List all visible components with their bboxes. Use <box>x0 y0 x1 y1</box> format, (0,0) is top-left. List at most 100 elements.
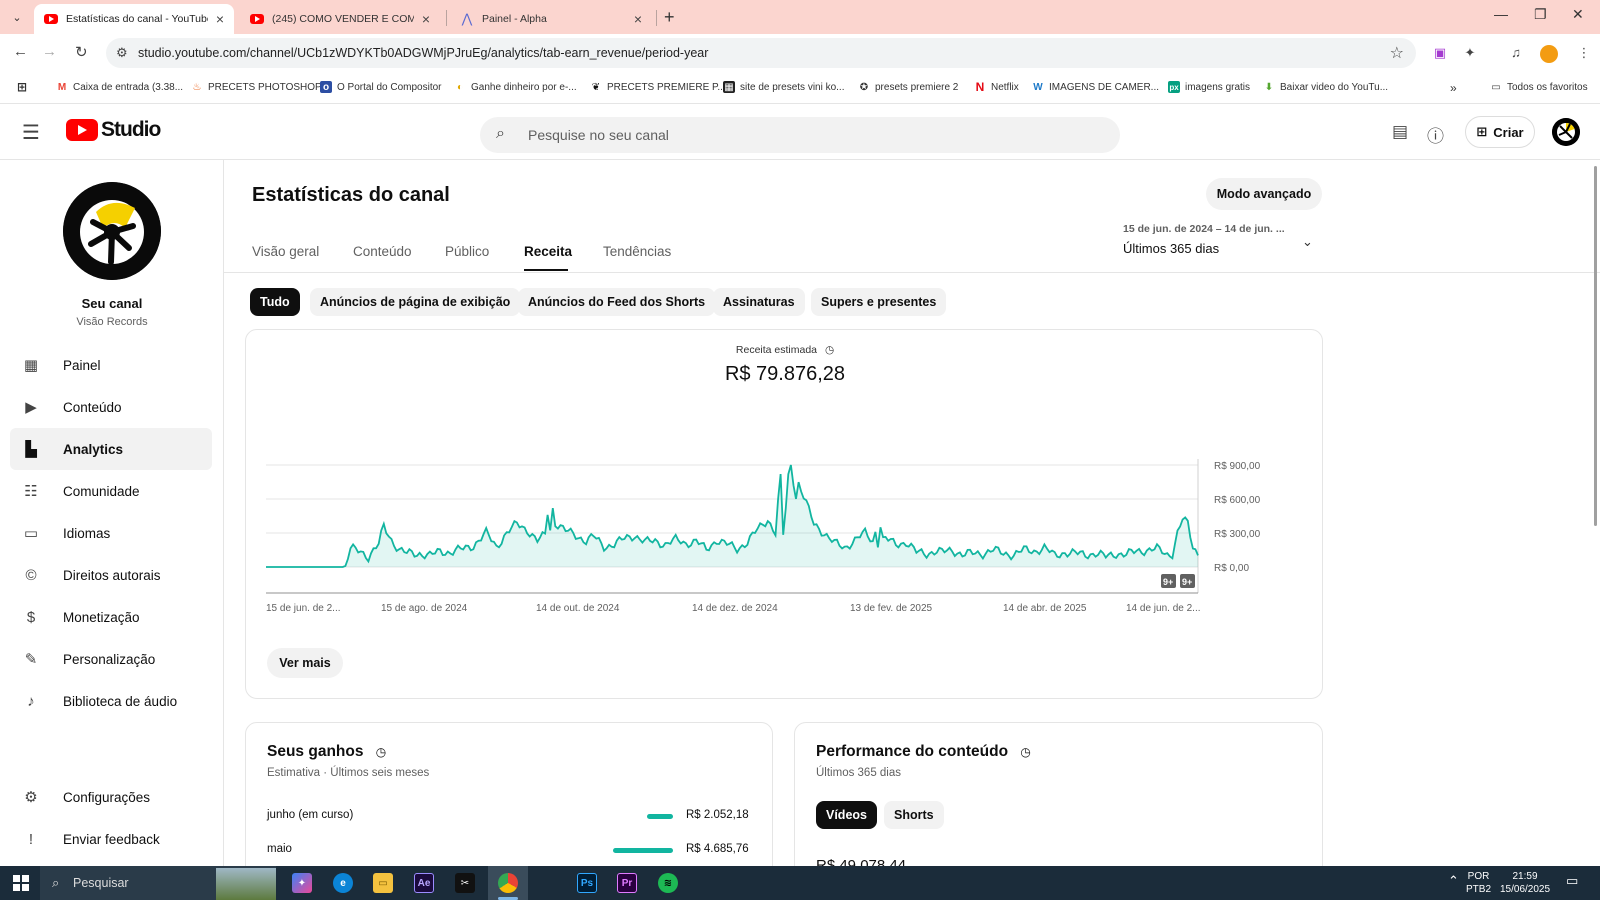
earnings-subtitle: Estimativa · Últimos seis meses <box>267 767 430 779</box>
notification-icon[interactable]: ▭ <box>1566 874 1578 887</box>
extensions-puzzle-icon[interactable]: ✦ <box>1462 45 1478 61</box>
all-bookmarks-folder[interactable]: ▭ Todos os favoritos <box>1490 81 1587 93</box>
sidebar-item-enviar-feedback[interactable]: ! Enviar feedback <box>10 818 212 860</box>
bookmark-item[interactable]: N Netflix <box>974 80 1019 94</box>
bookmark-item[interactable]: ✪ presets premiere 2 <box>858 81 959 93</box>
tab-conteudo[interactable]: Conteúdo <box>353 244 412 259</box>
sidebar-item-biblioteca-audio[interactable]: ♪ Biblioteca de áudio <box>10 680 212 722</box>
magic-wand-icon: ✎ <box>24 651 38 668</box>
chip-anuncios-pagina[interactable]: Anúncios de página de exibição <box>310 288 521 316</box>
minimize-icon[interactable]: — <box>1494 6 1508 22</box>
sidebar-item-monetizacao[interactable]: $ Monetização <box>10 596 212 638</box>
community-icon: ☷ <box>24 483 38 500</box>
copilot-icon[interactable]: ✦ <box>292 873 312 893</box>
windows-taskbar: ⌕ Pesquisar ✦ e ▭ Ae ✂ Ps Pr ≋ ⌃ POR PTB… <box>0 866 1600 900</box>
media-controls-icon[interactable]: ♫ <box>1508 45 1524 61</box>
studio-header: ☰ Studio ⌕ ▤ ⓘ ⊞ Criar <box>0 104 1600 160</box>
sidebar-item-configuracoes[interactable]: ⚙ Configurações <box>10 776 212 818</box>
file-explorer-icon[interactable]: ▭ <box>373 873 393 893</box>
browser-tab-video[interactable]: (245) COMO VENDER E COMPRAR × <box>240 4 440 34</box>
forward-icon[interactable]: → <box>42 43 57 60</box>
profile-avatar[interactable] <box>1540 45 1558 63</box>
photoshop-icon[interactable]: Ps <box>577 873 597 893</box>
sidebar-item-idiomas[interactable]: ▭ Idiomas <box>10 512 212 554</box>
see-more-button[interactable]: Ver mais <box>267 648 343 678</box>
earnings-row-bar <box>646 814 673 819</box>
close-tab-icon[interactable]: × <box>216 11 224 27</box>
edge-icon[interactable]: e <box>333 873 353 893</box>
bookmark-item[interactable]: px imagens gratis <box>1168 81 1250 93</box>
analytics-icon: ▙ <box>25 441 37 458</box>
tab-visao-geral[interactable]: Visão geral <box>252 244 319 259</box>
more-bookmarks-icon[interactable]: » <box>1450 81 1457 95</box>
chip-shorts[interactable]: Shorts <box>884 801 944 829</box>
channel-search[interactable]: ⌕ <box>480 117 1120 153</box>
reload-icon[interactable]: ↻ <box>75 43 88 61</box>
feedback-messages-icon[interactable]: ▤ <box>1392 122 1408 142</box>
keyboard-layout[interactable]: POR PTB2 <box>1466 870 1491 896</box>
close-tab-icon[interactable]: × <box>422 11 430 27</box>
bookmark-item[interactable]: ▦ site de presets vini ko... <box>723 81 845 93</box>
browser-menu-icon[interactable]: ⋮ <box>1576 45 1592 61</box>
hamburger-menu-icon[interactable]: ☰ <box>22 120 40 145</box>
bookmark-item[interactable]: W IMAGENS DE CAMER... <box>1032 81 1159 93</box>
browser-tab-alpha[interactable]: ⋀ Painel - Alpha × <box>450 4 652 34</box>
after-effects-icon[interactable]: Ae <box>414 873 434 893</box>
clock-info-icon[interactable]: ◷ <box>376 745 386 759</box>
page-scrollbar[interactable] <box>1594 166 1597 526</box>
sidebar-item-painel[interactable]: ▦ Painel <box>10 344 212 386</box>
windows-start-icon[interactable] <box>13 875 29 891</box>
search-input[interactable] <box>528 117 1098 153</box>
extension-icon[interactable]: ▣ <box>1432 45 1448 61</box>
bookmark-item[interactable]: ◐ Ganhe dinheiro por e-... <box>454 81 577 93</box>
create-button[interactable]: ⊞ Criar <box>1465 116 1535 148</box>
help-icon[interactable]: ⓘ <box>1427 122 1444 147</box>
tab-publico[interactable]: Público <box>445 244 489 259</box>
bookmark-item[interactable]: ⬇ Baixar video do YouTu... <box>1263 81 1388 93</box>
omnibox[interactable]: ⚙ studio.youtube.com/channel/UCb1zWDYKTb… <box>106 38 1416 68</box>
taskbar-clock[interactable]: 21:59 15/06/2025 <box>1500 870 1550 896</box>
chip-tudo[interactable]: Tudo <box>250 288 300 316</box>
apps-grid-icon[interactable]: ⊞ <box>16 80 33 94</box>
sidebar-item-personalizacao[interactable]: ✎ Personalização <box>10 638 212 680</box>
new-tab-icon[interactable]: + <box>664 7 675 28</box>
period-range[interactable]: 15 de jun. de 2024 – 14 de jun. ... <box>1123 223 1285 235</box>
bookmark-item[interactable]: ♨ PRECETS PHOTOSHOP <box>191 81 322 93</box>
capcut-icon[interactable]: ✂ <box>455 873 475 893</box>
tray-overflow-icon[interactable]: ⌃ <box>1448 874 1459 887</box>
studio-logo[interactable]: Studio <box>66 118 161 142</box>
close-window-icon[interactable]: ✕ <box>1572 6 1584 23</box>
chip-anuncios-shorts[interactable]: Anúncios do Feed dos Shorts <box>518 288 716 316</box>
bookmark-item[interactable]: M Caixa de entrada (3.38... <box>56 81 183 93</box>
channel-avatar[interactable] <box>63 182 161 280</box>
bookmark-item[interactable]: ❦ PRECETS PREMIERE P... <box>590 81 726 93</box>
sidebar-item-comunidade[interactable]: ☷ Comunidade <box>10 470 212 512</box>
period-selector[interactable]: Últimos 365 dias <box>1123 241 1219 256</box>
restore-icon[interactable]: ❐ <box>1534 6 1547 23</box>
chrome-icon[interactable] <box>498 873 518 893</box>
premiere-icon[interactable]: Pr <box>617 873 637 893</box>
tab-tendencias[interactable]: Tendências <box>603 244 671 259</box>
tab-receita[interactable]: Receita <box>524 244 572 259</box>
url-text[interactable]: studio.youtube.com/channel/UCb1zWDYKTb0A… <box>138 46 708 60</box>
back-icon[interactable]: ← <box>13 43 28 60</box>
advanced-mode-button[interactable]: Modo avançado <box>1206 178 1322 210</box>
folder-icon: ▭ <box>1491 81 1501 93</box>
tab-search-chevron-icon[interactable]: ⌄ <box>8 8 26 26</box>
chip-supers-presentes[interactable]: Supers e presentes <box>811 288 947 316</box>
revenue-chart[interactable]: R$ 900,00 R$ 600,00 R$ 300,00 R$ 0,00 15 de … <box>246 330 1324 630</box>
chip-videos[interactable]: Vídeos <box>816 801 877 829</box>
site-info-icon[interactable]: ⚙ <box>116 45 128 61</box>
browser-tab-studio[interactable]: Estatísticas do canal - YouTube Studio × <box>34 4 234 34</box>
account-avatar[interactable] <box>1552 118 1580 146</box>
bookmark-star-icon[interactable]: ☆ <box>1390 43 1404 63</box>
bookmark-item[interactable]: oO Portal do Compositor <box>320 81 442 93</box>
chevron-down-icon[interactable]: ⌄ <box>1302 234 1313 250</box>
sidebar-item-analytics[interactable]: ▙ Analytics <box>10 428 212 470</box>
chip-assinaturas[interactable]: Assinaturas <box>713 288 805 316</box>
clock-info-icon[interactable]: ◷ <box>1020 745 1030 759</box>
sidebar-item-conteudo[interactable]: ▶ Conteúdo <box>10 386 212 428</box>
spotify-icon[interactable]: ≋ <box>658 873 678 893</box>
close-tab-icon[interactable]: × <box>634 11 642 27</box>
sidebar-item-direitos-autorais[interactable]: © Direitos autorais <box>10 554 212 596</box>
